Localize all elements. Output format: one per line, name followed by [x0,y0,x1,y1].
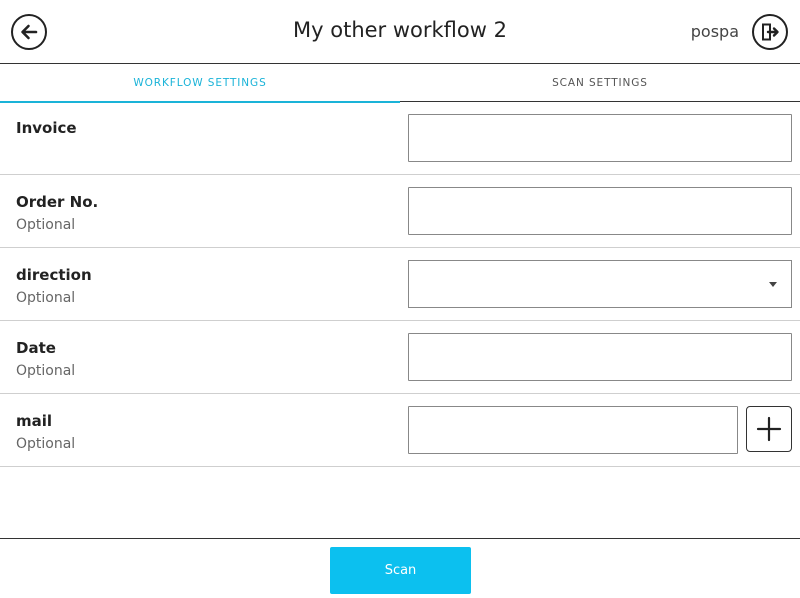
add-mail-button[interactable] [746,406,792,452]
field-label: mail [16,412,53,430]
field-label: Order No. [16,193,99,211]
field-label: direction [16,266,92,284]
field-label: Date [16,339,56,357]
header-bar: My other workflow 2 pospa [0,0,800,64]
caret-down-icon [769,282,777,287]
plus-icon [756,416,782,442]
field-optional-label: Optional [16,363,76,379]
arrow-left-icon [21,24,38,40]
tab-workflow-settings[interactable]: WORKFLOW SETTINGS [0,64,400,103]
workflow-fields: Invoice Order No. Optional direction Opt… [0,102,800,467]
back-button[interactable] [11,14,47,50]
field-row-invoice: Invoice [0,102,800,175]
username-label: pospa [690,22,739,41]
field-row-mail: mail Optional [0,394,800,467]
tab-scan-settings[interactable]: SCAN SETTINGS [400,64,800,102]
scan-button[interactable]: Scan [330,547,471,594]
page-title: My other workflow 2 [293,18,507,42]
field-row-date: Date Optional [0,321,800,394]
date-input[interactable] [408,333,792,381]
order-no-input[interactable] [408,187,792,235]
logout-icon [762,23,779,41]
field-label: Invoice [16,119,77,137]
footer-bar: Scan [0,538,800,598]
field-row-order-no: Order No. Optional [0,175,800,248]
field-optional-label: Optional [16,217,76,233]
invoice-input[interactable] [408,114,792,162]
tab-bar: WORKFLOW SETTINGS SCAN SETTINGS [0,64,800,103]
mail-input[interactable] [408,406,738,454]
field-optional-label: Optional [16,290,76,306]
app-window: My other workflow 2 pospa WORKFLOW SETTI… [0,0,800,598]
field-row-direction: direction Optional [0,248,800,321]
direction-select[interactable] [408,260,792,308]
logout-button[interactable] [752,14,788,50]
field-optional-label: Optional [16,436,76,452]
